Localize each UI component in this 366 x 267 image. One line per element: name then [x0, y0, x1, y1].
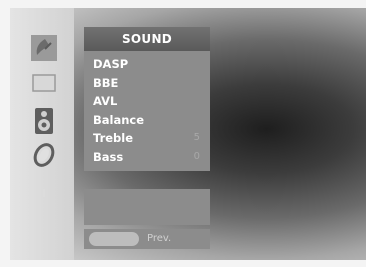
- menu-item-dasp[interactable]: DASP: [84, 55, 210, 74]
- menu-item-bbe[interactable]: BBE: [84, 74, 210, 93]
- menu-item-treble[interactable]: Treble 5: [84, 129, 210, 148]
- option-icon[interactable]: [26, 178, 62, 208]
- menu-item-list: DASP BBE AVL Balance Treble 5 Bass 0: [84, 55, 210, 166]
- menu-item-value: 5: [193, 132, 200, 143]
- speaker-icon[interactable]: [26, 106, 62, 136]
- navigation-bar: Prev.: [84, 229, 210, 249]
- menu-item-label: BBE: [93, 75, 119, 90]
- menu-item-label: Treble: [93, 131, 134, 145]
- menu-item-bass[interactable]: Bass 0: [84, 148, 210, 167]
- info-box: [84, 189, 210, 225]
- menu-title: SOUND: [84, 27, 210, 51]
- menu-item-label: DASP: [93, 57, 129, 71]
- menu-item-balance[interactable]: Balance: [84, 111, 210, 130]
- satellite-dish-icon[interactable]: [26, 33, 62, 63]
- picture-icon[interactable]: [26, 68, 62, 98]
- menu-item-avl[interactable]: AVL: [84, 92, 210, 111]
- menu-item-label: Bass: [93, 149, 124, 164]
- menu-item-value: 0: [193, 150, 200, 162]
- prev-label: Prev.: [147, 233, 172, 244]
- menu-item-label: Balance: [93, 112, 145, 127]
- prev-button[interactable]: Prev.: [89, 232, 171, 246]
- menu-item-label: AVL: [93, 94, 118, 108]
- time-icon[interactable]: [26, 140, 62, 170]
